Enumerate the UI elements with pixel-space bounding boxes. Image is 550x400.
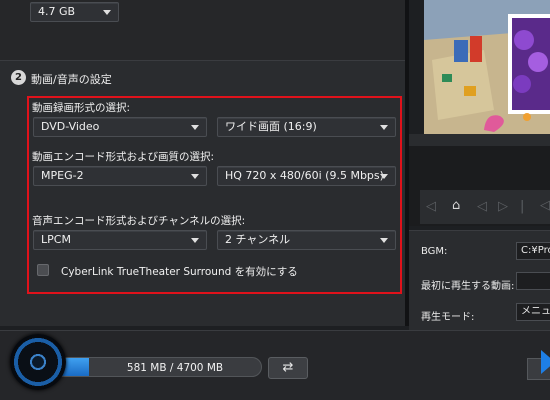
surround-checkbox[interactable] [37,264,49,276]
video-format-label: 動画録画形式の選択: [32,102,131,114]
disc-size-value: 4.7 GB [38,5,76,18]
chevron-down-icon [103,10,111,15]
audio-encode-label: 音声エンコード形式およびチャンネルの選択: [32,215,246,227]
step-badge: 2 [11,70,26,85]
video-codec-select[interactable]: MPEG-2 [33,166,207,186]
disc-usage-text: 581 MB / 4700 MB [126,362,224,374]
preview-caption-bar [409,134,550,146]
chevron-down-icon [191,238,199,243]
audio-codec-select[interactable]: LPCM [33,230,207,250]
video-format-select[interactable]: DVD-Video [33,117,207,137]
chevron-down-icon [191,125,199,130]
back-arrow-icon[interactable]: ◁ [426,199,436,214]
swap-icon: ⇄ [282,360,294,375]
chevron-down-icon [380,238,388,243]
audio-channel-value: 2 チャンネル [225,233,291,246]
volume-icon[interactable]: ◁ [540,198,550,213]
section-title: 動画/音声の設定 [31,73,112,86]
separator-icon: | [520,199,525,214]
preview-image [424,0,550,134]
aspect-ratio-value: ワイド画面 (16:9) [225,120,317,133]
next-icon[interactable]: ▷ [498,199,508,214]
play-mode-label: 再生モード: [421,312,475,323]
swap-button[interactable]: ⇄ [268,357,308,379]
disc-icon [10,334,66,390]
play-icon[interactable] [541,350,550,374]
disc-size-select[interactable]: 4.7 GB [30,2,119,22]
chevron-down-icon [191,174,199,179]
prev-icon[interactable]: ◁ [477,199,487,214]
chevron-down-icon [380,125,388,130]
menu-preview [424,0,550,134]
audio-channel-select[interactable]: 2 チャンネル [217,230,396,250]
video-quality-select[interactable]: HQ 720 x 480/60i (9.5 Mbps) [217,166,396,186]
play-mode-field[interactable]: メニュー [516,303,550,321]
surround-label[interactable]: CyberLink TrueTheater Surround を有効にする [61,264,298,279]
first-play-field[interactable] [516,272,550,290]
aspect-ratio-select[interactable]: ワイド画面 (16:9) [217,117,396,137]
video-quality-value: HQ 720 x 480/60i (9.5 Mbps) [225,169,384,182]
bgm-label: BGM: [421,246,448,257]
first-play-label: 最初に再生する動画: [421,281,515,292]
bgm-field[interactable]: C:¥Pro [516,242,550,260]
audio-codec-value: LPCM [41,233,71,246]
video-encode-label: 動画エンコード形式および画質の選択: [32,151,215,163]
video-codec-value: MPEG-2 [41,169,84,182]
chevron-down-icon [380,174,388,179]
home-icon[interactable]: ⌂ [452,198,460,213]
video-format-value: DVD-Video [41,120,100,133]
